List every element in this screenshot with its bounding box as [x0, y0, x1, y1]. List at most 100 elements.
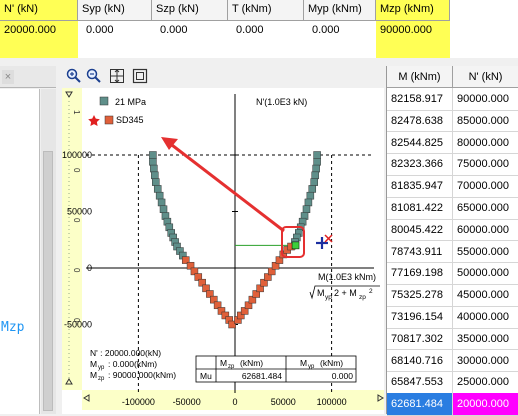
col-header-myp[interactable]: Myp (kNm) — [304, 0, 376, 21]
interaction-diagram[interactable]: 10000 100000500000-50000 -100000 -50000 0 5… — [62, 88, 384, 414]
series-sd345 — [181, 242, 295, 329]
table-row[interactable]: 78743.911 55000.000 — [387, 240, 518, 264]
highlight-band-mzp — [376, 41, 450, 58]
data-point — [152, 178, 160, 186]
cell-n[interactable]: 70000.000 — [453, 175, 518, 197]
cell-m[interactable]: 70817.302 — [387, 327, 453, 350]
scrollbar-thumb[interactable] — [43, 151, 53, 411]
cell-m[interactable]: 68140.716 — [387, 349, 453, 372]
cell-n[interactable]: 25000.000 — [453, 371, 518, 393]
table-row[interactable]: 65847.553 25000.000 — [387, 371, 518, 394]
cell-n[interactable]: 85000.000 — [453, 110, 518, 132]
table-row[interactable]: 80045.422 60000.000 — [387, 218, 518, 242]
y-tick-label: 100000 — [62, 150, 92, 160]
cell-m[interactable]: 65847.553 — [387, 371, 453, 394]
data-point — [311, 171, 319, 180]
cell-m[interactable]: 77169.198 — [387, 262, 453, 285]
cell-m[interactable]: 80045.422 — [387, 218, 453, 241]
table-row[interactable]: 73196.154 40000.000 — [387, 306, 518, 329]
cell-mzp[interactable]: 90000.000 — [376, 21, 450, 41]
cell-m[interactable]: 82544.825 — [387, 131, 453, 154]
col-header-szp[interactable]: Szp (kN) — [152, 0, 228, 21]
table-row[interactable]: 75325.278 45000.000 — [387, 284, 518, 307]
svg-text:N' : 20000.000(kN): N' : 20000.000(kN) — [90, 348, 161, 358]
col-header-mzp[interactable]: Mzp (kNm) — [376, 0, 450, 21]
cell-m[interactable]: 73196.154 — [387, 306, 453, 328]
cell-m[interactable]: 81835.947 — [387, 175, 453, 198]
col-header-syp[interactable]: Syp (kN) — [78, 0, 152, 21]
cell-szp[interactable]: 0.000 — [152, 21, 228, 41]
data-point — [149, 151, 157, 159]
table-row[interactable]: 81835.947 70000.000 — [387, 175, 518, 198]
cell-n[interactable]: 30000.000 — [453, 350, 518, 372]
table-row[interactable]: 82544.825 80000.000 — [387, 131, 518, 155]
y-tick-label: 50000 — [67, 207, 92, 217]
data-point — [306, 191, 315, 200]
y-tick-label: 0 — [87, 263, 92, 273]
x-tick-label: 0 — [232, 397, 237, 407]
cell-n[interactable]: 80000.000 — [453, 132, 518, 154]
cell-n[interactable]: 45000.000 — [453, 284, 518, 306]
data-point — [313, 158, 321, 166]
x-tick-label: 100000 — [317, 397, 347, 407]
svg-text:2: 2 — [369, 288, 373, 295]
table-row[interactable]: 82478.638 85000.000 — [387, 109, 518, 133]
cell-myp[interactable]: 0.000 — [304, 21, 376, 41]
svg-text:M: M — [90, 359, 97, 369]
cell-m[interactable]: 82158.917 — [387, 88, 453, 110]
zoom-in-icon[interactable] — [66, 68, 82, 84]
cell-m[interactable]: 78743.911 — [387, 240, 453, 263]
table-header-m[interactable]: M (kNm) — [387, 66, 453, 88]
table-row[interactable]: 82158.917 90000.000 — [387, 88, 518, 111]
legend-swatch-21mpa — [99, 96, 109, 106]
table-row[interactable]: 70817.302 35000.000 — [387, 327, 518, 351]
legend-label-21mpa: 21 MPa — [115, 97, 146, 107]
cell-n[interactable]: 20000.000 — [453, 393, 518, 416]
cell-syp[interactable]: 0.000 — [78, 21, 152, 41]
data-point — [157, 198, 166, 207]
cell-n[interactable]: 60000.000 — [453, 219, 518, 241]
cell-m[interactable]: 75325.278 — [387, 284, 453, 307]
cell-n[interactable]: 75000.000 — [453, 153, 518, 175]
data-point — [153, 185, 162, 193]
cell-n[interactable]: 65000.000 — [453, 197, 518, 219]
svg-text:M: M — [317, 288, 325, 298]
scale-digit: 0 — [72, 218, 81, 223]
cell-m[interactable]: 81081.422 — [387, 197, 453, 219]
table-row[interactable]: 81081.422 65000.000 — [387, 197, 518, 220]
scale-digit: 1 — [72, 110, 81, 115]
data-point — [310, 178, 318, 186]
x-tick-labels: -100000 -50000 0 50000 100000 — [122, 397, 347, 407]
svg-text:M: M — [90, 370, 97, 380]
table-row[interactable]: 68140.716 30000.000 — [387, 349, 518, 373]
fit-icon[interactable] — [109, 68, 125, 84]
zoom-out-icon[interactable] — [86, 68, 102, 84]
cell-n[interactable]: 55000.000 — [453, 241, 518, 263]
table-row[interactable]: 77169.198 50000.000 — [387, 262, 518, 285]
svg-text:(kNm): (kNm) — [320, 358, 343, 368]
cell-n[interactable]: 20000.000 — [0, 21, 78, 41]
col-header-n[interactable]: N' (kN) — [0, 0, 78, 21]
highlight-point — [291, 241, 300, 250]
data-point — [155, 191, 164, 200]
cell-n[interactable]: 90000.000 — [453, 88, 518, 110]
star-icon — [88, 115, 100, 126]
close-icon[interactable]: × — [2, 70, 14, 84]
cell-n[interactable]: 50000.000 — [453, 262, 518, 284]
svg-text:zp: zp — [98, 376, 105, 382]
table-row[interactable]: 62681.484 20000.000 — [387, 393, 518, 416]
data-point — [308, 185, 317, 193]
table-row[interactable]: 82323.366 75000.000 — [387, 153, 518, 176]
cell-t[interactable]: 0.000 — [228, 21, 304, 41]
col-header-t[interactable]: T (kNm) — [228, 0, 304, 21]
svg-text:2 + M: 2 + M — [334, 288, 357, 298]
table-header-n[interactable]: N' (kN) — [453, 66, 518, 88]
cell-m[interactable]: 62681.484 — [387, 393, 453, 416]
x-axis-formula: M yp 2 + M zp 2 — [309, 285, 380, 301]
cell-m[interactable]: 82478.638 — [387, 109, 453, 132]
cell-n[interactable]: 35000.000 — [453, 328, 518, 350]
cell-n[interactable]: 40000.000 — [453, 306, 518, 328]
cell-m[interactable]: 82323.366 — [387, 153, 453, 176]
frame-icon[interactable] — [132, 68, 148, 84]
svg-text:0.000: 0.000 — [332, 371, 354, 381]
